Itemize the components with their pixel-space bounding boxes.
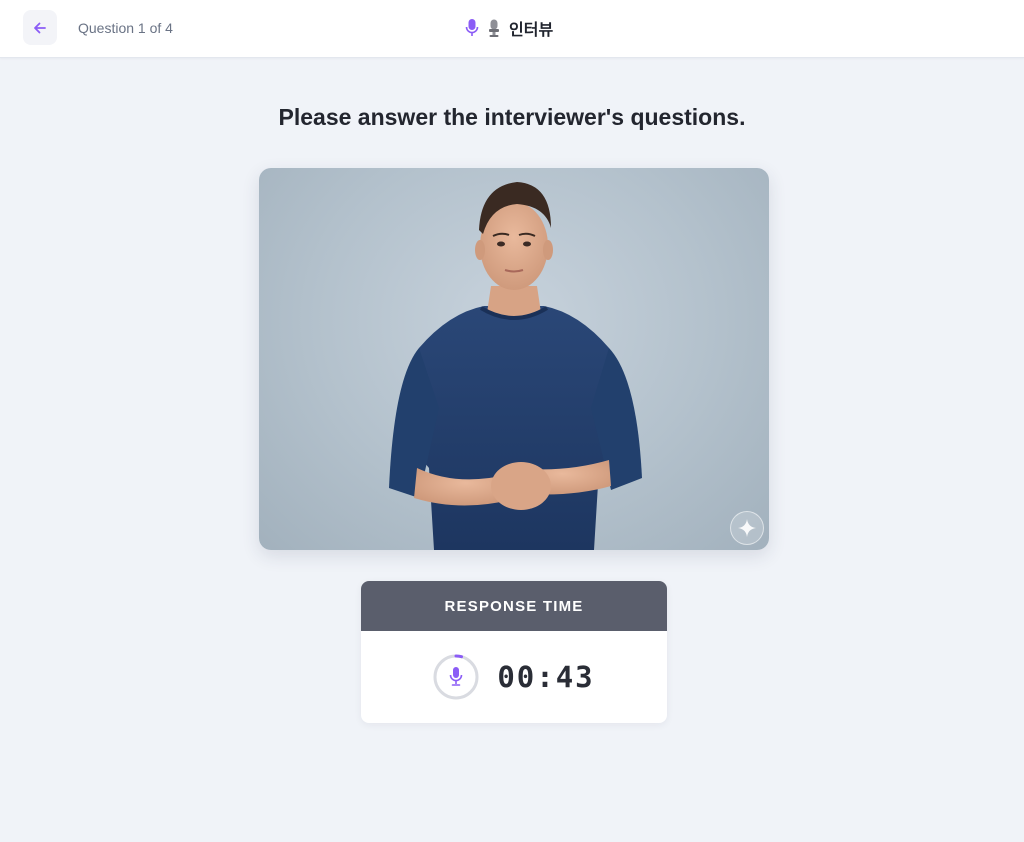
instruction-heading: Please answer the interviewer's question… <box>278 104 746 130</box>
timer-value: 00:43 <box>497 660 595 694</box>
page-title: 인터뷰 <box>509 20 554 39</box>
timer-body: 00:43 <box>361 631 667 723</box>
ai-sparkle-button[interactable] <box>730 511 764 545</box>
microphone-icon <box>450 667 463 686</box>
question-progress: Question 1 of 4 <box>78 20 173 36</box>
sparkle-icon <box>738 519 756 537</box>
response-time-card: RESPONSE TIME 00:43 <box>361 581 667 723</box>
top-bar: Question 1 of 4 인터뷰 <box>0 0 1024 58</box>
recording-indicator <box>433 654 479 700</box>
interviewer-avatar <box>389 182 642 550</box>
microphone-icon <box>465 19 479 36</box>
response-time-label: RESPONSE TIME <box>361 581 667 631</box>
microphone-stand-icon <box>489 19 499 37</box>
back-button[interactable] <box>23 10 57 45</box>
interviewer-video <box>259 168 769 550</box>
page-title-group: 인터뷰 <box>465 16 553 40</box>
back-arrow-icon <box>34 22 46 33</box>
